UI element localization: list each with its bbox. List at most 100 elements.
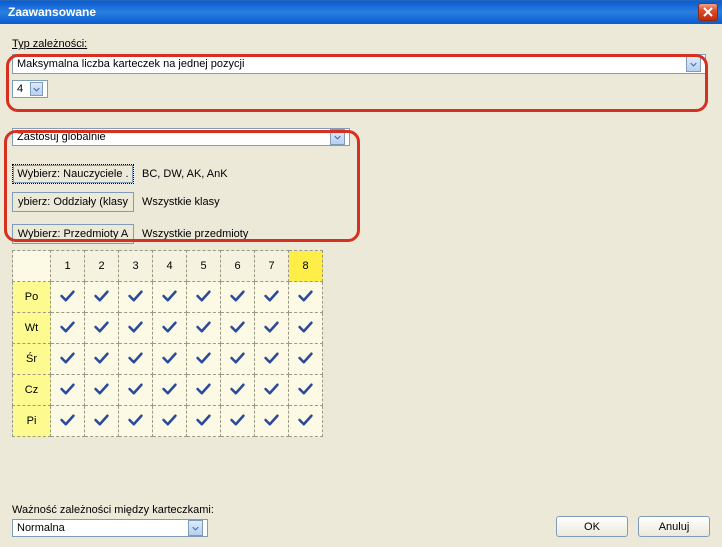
check-icon [263,356,280,368]
chevron-down-icon[interactable] [330,129,345,145]
check-icon [59,387,76,399]
cancel-button[interactable]: Anuluj [638,516,710,537]
grid-cell[interactable] [85,313,119,344]
number-select[interactable]: 4 [12,80,48,98]
titlebar: Zaawansowane [0,0,722,24]
importance-value: Normalna [17,522,65,534]
check-icon [59,294,76,306]
grid-cell[interactable] [289,375,323,406]
grid-cell[interactable] [119,375,153,406]
grid-cell[interactable] [51,313,85,344]
grid-cell[interactable] [153,406,187,437]
check-icon [161,325,178,337]
check-icon [297,418,314,430]
grid-cell[interactable] [153,282,187,313]
grid-col-header[interactable]: 8 [289,251,323,282]
check-icon [161,418,178,430]
check-icon [161,387,178,399]
grid-cell[interactable] [51,375,85,406]
grid-cell[interactable] [119,282,153,313]
grid-col-header[interactable]: 6 [221,251,255,282]
grid-row-header[interactable]: Cz [13,375,51,406]
check-icon [93,294,110,306]
apply-scope-select[interactable]: Zastosuj globalnie [12,128,350,146]
grid-cell[interactable] [85,375,119,406]
grid-col-header[interactable]: 2 [85,251,119,282]
grid-cell[interactable] [51,406,85,437]
dependency-type-value: Maksymalna liczba karteczek na jednej po… [17,58,244,70]
chevron-down-icon[interactable] [686,56,701,72]
grid-cell[interactable] [221,282,255,313]
grid-cell[interactable] [221,375,255,406]
dependency-type-select[interactable]: Maksymalna liczba karteczek na jednej po… [12,54,706,74]
grid-cell[interactable] [221,313,255,344]
grid-col-header[interactable]: 7 [255,251,289,282]
grid-row-header[interactable]: Pi [13,406,51,437]
grid-cell[interactable] [221,344,255,375]
grid-cell[interactable] [255,406,289,437]
check-icon [195,356,212,368]
importance-select[interactable]: Normalna [12,519,208,537]
chevron-down-icon[interactable] [188,520,203,536]
check-icon [297,325,314,337]
grid-cell[interactable] [51,344,85,375]
check-icon [229,418,246,430]
grid-cell[interactable] [119,406,153,437]
grid-col-header[interactable]: 5 [187,251,221,282]
grid-cell[interactable] [187,282,221,313]
check-icon [59,356,76,368]
grid-cell[interactable] [187,313,221,344]
grid-cell[interactable] [153,375,187,406]
grid-row-header[interactable]: Po [13,282,51,313]
grid-cell[interactable] [85,282,119,313]
close-icon [703,7,713,17]
grid-cell[interactable] [85,344,119,375]
grid-cell[interactable] [221,406,255,437]
check-icon [59,418,76,430]
close-button[interactable] [698,3,718,21]
check-icon [127,294,144,306]
grid-cell[interactable] [153,313,187,344]
grid-cell[interactable] [153,344,187,375]
schedule-grid: 1 2 3 4 5 6 7 8 PoWtŚrCzPi [12,250,323,437]
check-icon [229,294,246,306]
check-icon [229,325,246,337]
grid-cell[interactable] [289,282,323,313]
grid-cell[interactable] [187,344,221,375]
pick-teachers-button[interactable]: Wybierz: Nauczyciele . [12,164,134,184]
check-icon [127,387,144,399]
check-icon [195,294,212,306]
grid-cell[interactable] [289,406,323,437]
grid-row-header[interactable]: Wt [13,313,51,344]
grid-cell[interactable] [289,344,323,375]
grid-col-header[interactable]: 4 [153,251,187,282]
grid-cell[interactable] [187,375,221,406]
grid-cell[interactable] [85,406,119,437]
grid-cell[interactable] [255,282,289,313]
grid-col-header[interactable]: 1 [51,251,85,282]
grid-cell[interactable] [289,313,323,344]
grid-cell[interactable] [255,375,289,406]
check-icon [161,356,178,368]
check-icon [93,387,110,399]
grid-cell[interactable] [51,282,85,313]
grid-col-header[interactable]: 3 [119,251,153,282]
ok-button[interactable]: OK [556,516,628,537]
check-icon [297,387,314,399]
grid-row-header[interactable]: Śr [13,344,51,375]
number-value: 4 [17,83,23,95]
grid-cell[interactable] [187,406,221,437]
check-icon [195,325,212,337]
check-icon [127,325,144,337]
classes-value: Wszystkie klasy [142,196,220,208]
pick-subjects-button[interactable]: Wybierz: Przedmioty A [12,224,134,244]
subjects-value: Wszystkie przedmioty [142,228,248,240]
grid-cell[interactable] [119,313,153,344]
grid-cell[interactable] [255,313,289,344]
pick-classes-button[interactable]: ybierz: Oddziały (klasy [12,192,134,212]
chevron-down-icon[interactable] [30,82,43,96]
check-icon [93,325,110,337]
grid-corner [13,251,51,282]
grid-cell[interactable] [119,344,153,375]
grid-cell[interactable] [255,344,289,375]
